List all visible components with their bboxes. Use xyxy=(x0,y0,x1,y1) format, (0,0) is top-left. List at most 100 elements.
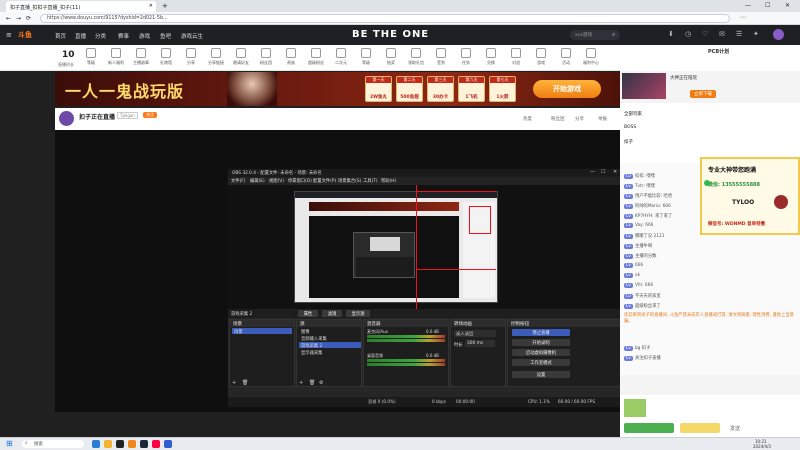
virtual-camera-button[interactable]: 启动虚拟摄像机 xyxy=(512,349,570,356)
func-item[interactable]: 抽奖 xyxy=(380,48,402,66)
func-item[interactable]: 任务 xyxy=(455,48,477,66)
download-icon[interactable]: ⬇ xyxy=(668,30,674,38)
gear-icon[interactable]: ⚙ xyxy=(319,380,323,386)
gift-action-button[interactable] xyxy=(680,423,720,433)
duration-input[interactable]: 300 ms xyxy=(465,340,495,347)
video-player[interactable]: OBS 32.0.4 - 配置文件: 未命名 - 场景: 未命名 — ☐ ✕ 文… xyxy=(55,130,623,412)
func-item[interactable]: 礼物墙 xyxy=(155,48,177,66)
obs-menu-docks[interactable]: 停靠窗口(D) xyxy=(288,178,312,184)
obs-preview-area[interactable] xyxy=(228,185,622,309)
follow-button[interactable]: 关注 xyxy=(143,112,157,118)
source-item[interactable]: 显示器采集 xyxy=(299,349,361,356)
start-game-button[interactable]: 开始游戏 xyxy=(533,80,601,98)
start-recording-button[interactable]: 开始录制 xyxy=(512,339,570,346)
history-icon[interactable]: ◷ xyxy=(685,30,691,38)
settings-button[interactable]: 设置 xyxy=(512,371,570,378)
func-item[interactable]: 邀请好友 xyxy=(230,48,252,66)
func-item[interactable]: 分享链接 xyxy=(205,48,227,66)
func-item[interactable]: 等级 xyxy=(80,48,102,66)
source-item[interactable]: 游戏采集 2 xyxy=(299,342,361,349)
scene-item[interactable]: 场景 xyxy=(232,328,292,335)
nav-home[interactable]: 首页 xyxy=(55,32,66,40)
func-item[interactable]: 新人福利 xyxy=(105,48,127,66)
close-window-icon[interactable]: ✕ xyxy=(785,2,790,9)
search-icon[interactable]: ⌕ xyxy=(612,31,615,39)
follow-icon[interactable]: ♡ xyxy=(702,30,708,38)
task-icon[interactable]: ☰ xyxy=(736,30,742,38)
gift-icon[interactable]: ✦ xyxy=(753,30,759,38)
new-tab-button[interactable]: + xyxy=(162,2,168,10)
func-item[interactable]: 分享 xyxy=(180,48,202,66)
edge-icon[interactable] xyxy=(92,440,100,448)
windows-start-icon[interactable]: ⊞ xyxy=(6,439,13,448)
extensions-icon[interactable]: ⋯ xyxy=(740,14,746,21)
reload-icon[interactable]: ⟳ xyxy=(26,15,31,22)
properties-button[interactable]: 属性 xyxy=(298,310,318,317)
obs-menu-help[interactable]: 帮助(H) xyxy=(381,178,396,184)
func-item[interactable]: 签到 xyxy=(430,48,452,66)
nav-fishbar[interactable]: 鱼吧 xyxy=(160,32,171,40)
forward-icon[interactable]: → xyxy=(16,15,21,22)
nav-cloud-game[interactable]: 游戏云生 xyxy=(181,32,203,40)
report-stat[interactable]: 举报 xyxy=(598,116,607,122)
game-ad-image[interactable] xyxy=(622,73,666,99)
nav-game[interactable]: 游戏 xyxy=(139,32,150,40)
ranking-item[interactable]: 扣子 xyxy=(624,139,633,145)
obs-menu-profile[interactable]: 配置文件(P) xyxy=(313,178,336,184)
ranking-item[interactable]: 全部玩家 xyxy=(624,111,642,117)
func-item[interactable]: 兑换 xyxy=(480,48,502,66)
menu-icon[interactable]: ≡ xyxy=(6,31,12,39)
func-item[interactable]: 领取礼包 xyxy=(405,48,427,66)
func-item[interactable]: 主播勋章 xyxy=(130,48,152,66)
obs-menu-scene-collection[interactable]: 场景集合(S) xyxy=(338,178,361,184)
minimize-icon[interactable]: — xyxy=(745,2,751,9)
add-icon[interactable]: + xyxy=(232,380,236,386)
obs-menu-tools[interactable]: 工具(T) xyxy=(363,178,378,184)
func-item[interactable]: 粉丝团 xyxy=(255,48,277,66)
steam-icon[interactable] xyxy=(140,440,148,448)
func-item[interactable]: 等级 xyxy=(355,48,377,66)
gift-action-button[interactable] xyxy=(624,423,674,433)
send-button[interactable]: 发送 xyxy=(730,425,740,432)
func-item[interactable]: 活动 xyxy=(555,48,577,66)
transition-select[interactable]: 淡入淡出 xyxy=(454,330,496,337)
close-icon[interactable]: ✕ xyxy=(149,3,153,9)
fanclub-stat[interactable]: 粉丝团 xyxy=(551,116,565,122)
func-item[interactable]: 对战 xyxy=(505,48,527,66)
obs-menu-file[interactable]: 文件(F) xyxy=(231,178,245,184)
site-logo[interactable]: 斗鱼 xyxy=(18,30,32,40)
func-item[interactable]: 贵族 xyxy=(280,48,302,66)
download-button[interactable]: 立即下载 xyxy=(690,90,716,98)
obs-close-icon[interactable]: ✕ xyxy=(613,169,617,175)
add-icon[interactable]: + xyxy=(299,380,303,386)
event-banner[interactable]: 一人一鬼战玩版 第一天 2W鱼丸 第二天 500鱼翅 第三天 30办卡 第六天 … xyxy=(55,72,620,106)
gift-thumbnail[interactable] xyxy=(624,399,646,417)
nav-live[interactable]: 直播 xyxy=(75,32,86,40)
source-item[interactable]: 音频输入采集 xyxy=(299,335,361,342)
studio-mode-button[interactable]: 工作室模式 xyxy=(512,359,570,366)
nav-match[interactable]: 赛事 xyxy=(118,32,129,40)
func-item[interactable]: 超级粉丝 xyxy=(305,48,327,66)
obs-minimize-icon[interactable]: — xyxy=(590,169,595,175)
back-icon[interactable]: ← xyxy=(6,15,11,22)
douyu-icon[interactable] xyxy=(152,440,160,448)
chrome-icon[interactable] xyxy=(128,440,136,448)
explorer-icon[interactable] xyxy=(104,440,112,448)
url-field[interactable]: https://www.douyu.com/9115?dyshid=2d021-… xyxy=(40,14,730,23)
avatar[interactable] xyxy=(773,29,784,40)
nav-category[interactable]: 分类 xyxy=(95,32,106,40)
func-item[interactable]: 二次元 xyxy=(330,48,352,66)
func-item[interactable]: 游戏 xyxy=(530,48,552,66)
show-source-button[interactable]: 显示源 xyxy=(346,310,370,317)
obs-icon[interactable] xyxy=(116,440,124,448)
app-icon[interactable] xyxy=(164,440,172,448)
taskbar-search[interactable]: 搜索 xyxy=(22,440,84,448)
obs-maximize-icon[interactable]: ☐ xyxy=(601,169,605,175)
share-stat[interactable]: 分享 xyxy=(575,116,584,122)
maximize-icon[interactable]: ☐ xyxy=(765,2,770,9)
streamer-avatar[interactable] xyxy=(59,111,74,126)
func-item[interactable]: 福利中心 xyxy=(580,48,602,66)
stop-streaming-button[interactable]: 停止直播 xyxy=(512,329,570,336)
obs-menu-edit[interactable]: 编辑(E) xyxy=(250,178,265,184)
obs-menu-view[interactable]: 视图(V) xyxy=(269,178,284,184)
